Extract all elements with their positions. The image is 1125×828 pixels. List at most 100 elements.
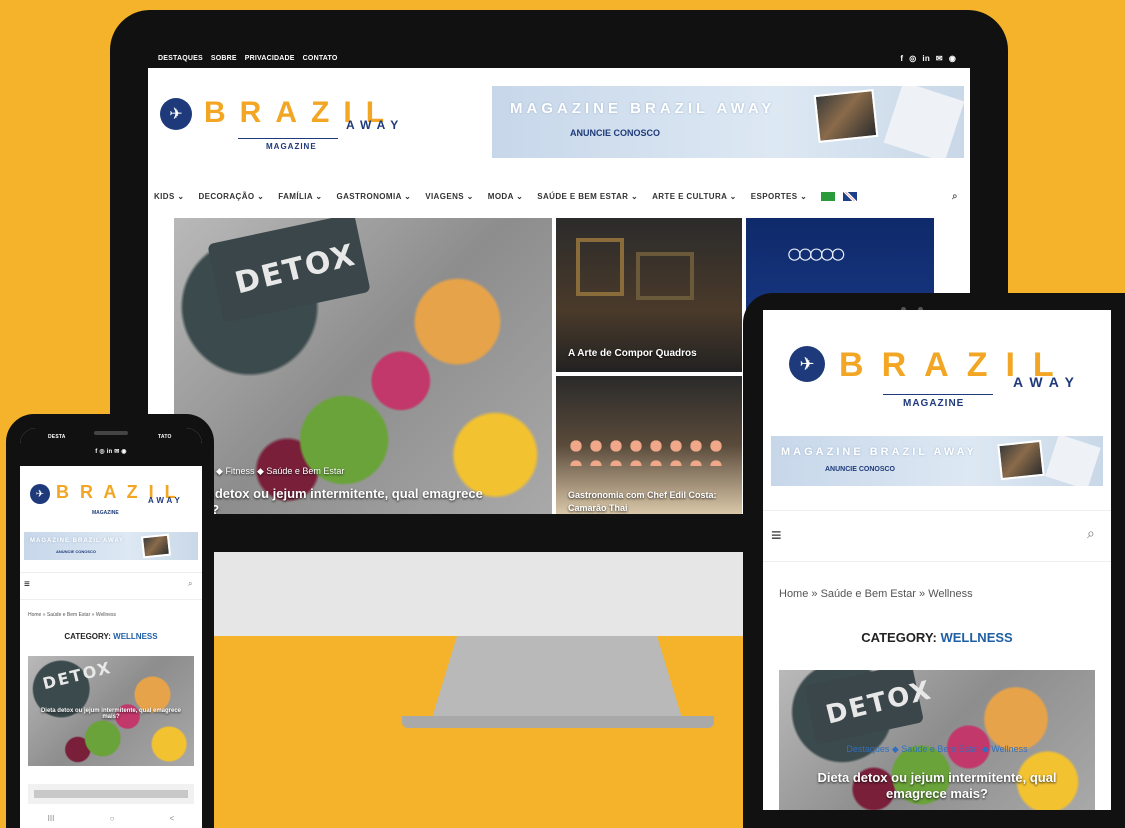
mail-icon[interactable]: ✉ xyxy=(936,54,943,63)
hamburger-menu-icon[interactable]: ≡ xyxy=(771,525,782,546)
phone-screen: DESTA TATO f ◎ in ✉ ◉ ✈ B R A Z I L AWAY… xyxy=(20,428,202,828)
phone-post-title[interactable]: Dieta detox ou jejum intermitente, qual … xyxy=(32,708,190,720)
tablet-navbar: ≡ ⌕ xyxy=(763,510,1111,562)
phone-social-icons[interactable]: f ◎ in ✉ ◉ xyxy=(20,448,202,455)
nav-contato[interactable]: CONTATO xyxy=(303,55,338,62)
logo-divider xyxy=(883,394,993,395)
logo-letter: Z xyxy=(311,96,344,129)
menu-viagens[interactable]: VIAGENS ⌄ xyxy=(425,192,474,201)
desktop-ad-banner[interactable]: MAGAZINE BRAZIL AWAY ANUNCIE CONOSCO xyxy=(492,86,964,158)
nav-sobre[interactable]: SOBRE xyxy=(211,55,237,62)
logo-away: AWAY xyxy=(346,118,405,132)
tablet-post-categories[interactable]: Destaques ◆ Saúde e Bem Estar ◆ Wellness xyxy=(779,744,1095,755)
logo-magazine: MAGAZINE xyxy=(266,142,317,151)
logo-letter: B xyxy=(839,346,882,384)
recent-apps-button[interactable]: III xyxy=(48,814,55,823)
desktop-main-menu: KIDS ⌄ DECORAÇÃO ⌄ FAMÍLIA ⌄ GASTRONOMIA… xyxy=(154,188,964,204)
tablet-ad-banner[interactable]: MAGAZINE BRAZIL AWAY ANUNCIE CONOSCO xyxy=(771,436,1103,486)
logo-letter: A xyxy=(924,346,967,384)
search-icon[interactable]: ⌕ xyxy=(1087,525,1095,542)
logo-letter: Z xyxy=(966,346,1006,384)
phone-system-nav: III ○ < xyxy=(20,808,202,828)
menu-gastronomia[interactable]: GASTRONOMIA ⌄ xyxy=(336,192,411,201)
tablet-breadcrumb[interactable]: Home » Saúde e Bem Estar » Wellness xyxy=(779,588,973,600)
logo-divider xyxy=(238,138,338,139)
frame-image xyxy=(636,252,694,300)
banner-photo xyxy=(813,88,879,144)
banner-title: MAGAZINE BRAZIL AWAY xyxy=(510,100,776,117)
hero-main-post[interactable]: DETOX ques ◆ Fitness ◆ Saúde e Bem Estar… xyxy=(174,218,552,514)
banner-cta: ANUNCIE CONOSCO xyxy=(570,128,661,138)
nav-destaques[interactable]: DESTAQUES xyxy=(158,55,203,62)
instagram-icon[interactable]: ◎ xyxy=(909,54,916,63)
nav-privacidade[interactable]: PRIVACIDADE xyxy=(245,55,295,62)
hero-main-title[interactable]: a detox ou jejum intermitente, qual emag… xyxy=(204,486,483,501)
facebook-icon[interactable]: f xyxy=(900,54,903,63)
phone-category-heading: CATEGORY: WELLNESS xyxy=(64,632,158,641)
banner-tag-graphic xyxy=(883,86,964,158)
menu-kids[interactable]: KIDS ⌄ xyxy=(154,192,184,201)
banner-photo xyxy=(997,439,1045,481)
hamburger-menu-icon[interactable]: ≡ xyxy=(24,579,30,590)
search-icon[interactable]: ⌕ xyxy=(188,579,192,589)
monitor-stand xyxy=(432,636,682,718)
menu-arte[interactable]: ARTE E CULTURA ⌄ xyxy=(652,192,737,201)
tile-gastronomia-title-line2[interactable]: Camarão Thai xyxy=(568,503,628,513)
hero-main-categories[interactable]: ques ◆ Fitness ◆ Saúde e Bem Estar xyxy=(194,466,344,477)
placeholder-bar xyxy=(34,790,188,798)
shrimp-dish-image xyxy=(566,436,726,466)
logo-letter: R xyxy=(881,346,925,384)
hero-post-quadros[interactable]: A Arte de Compor Quadros xyxy=(556,218,742,372)
banner-title: MAGAZINE BRAZIL AWAY xyxy=(781,446,977,458)
logo-magazine: MAGAZINE xyxy=(903,398,965,409)
logo-away: AWAY xyxy=(1013,374,1081,390)
desktop-topbar: DESTAQUES SOBRE PRIVACIDADE CONTATO f ◎ … xyxy=(148,48,970,68)
toucan-logo-icon: ✈ xyxy=(789,346,825,382)
menu-esportes[interactable]: ESPORTES ⌄ xyxy=(751,192,808,201)
linkedin-icon[interactable]: in xyxy=(922,54,930,63)
back-button[interactable]: < xyxy=(170,814,175,823)
toucan-logo-icon: ✈ xyxy=(160,98,192,130)
tablet-camera xyxy=(901,299,941,312)
desktop-logo[interactable]: ✈ B R A Z I L AWAY MAGAZINE xyxy=(160,90,420,160)
tablet-category-heading: CATEGORY: WELLNESS xyxy=(861,630,1013,645)
toucan-logo-icon: ✈ xyxy=(30,484,50,504)
phone-nav-contato[interactable]: TATO xyxy=(158,434,172,440)
banner-cta: ANUNCIE CONOSCO xyxy=(56,549,97,554)
tablet-screen: ✈ B R A Z I L AWAY MAGAZINE MAGAZINE BRA… xyxy=(763,310,1111,810)
brazil-flag-icon[interactable] xyxy=(821,191,836,201)
tablet-featured-post[interactable]: DETOX Destaques ◆ Saúde e Bem Estar ◆ We… xyxy=(779,670,1095,810)
phone-nav-destaques[interactable]: DESTA xyxy=(48,434,66,440)
logo-letter: B xyxy=(204,96,240,129)
phone-next-card xyxy=(28,784,194,804)
menu-decoracao[interactable]: DECORAÇÃO ⌄ xyxy=(198,192,264,201)
phone-logo[interactable]: ✈ B R A Z I L AWAY MAGAZINE xyxy=(30,480,200,524)
phone-breadcrumb[interactable]: Home » Saúde e Bem Estar » Wellness xyxy=(28,612,116,618)
tile-quadros-title[interactable]: A Arte de Compor Quadros xyxy=(568,348,697,359)
menu-familia[interactable]: FAMÍLIA ⌄ xyxy=(278,192,322,201)
monitor-base xyxy=(402,716,714,728)
phone-navbar: ≡ ⌕ xyxy=(20,572,202,600)
menu-saude[interactable]: SAÚDE E BEM ESTAR ⌄ xyxy=(537,192,638,201)
spotify-icon[interactable]: ◉ xyxy=(949,54,956,63)
logo-away: AWAY xyxy=(148,496,183,505)
phone-ad-banner[interactable]: MAGAZINE BRAZIL AWAY ANUNCIE CONOSCO xyxy=(24,532,198,560)
search-icon[interactable]: ⌕ xyxy=(952,191,958,202)
logo-letter: A xyxy=(275,96,312,129)
banner-title: MAGAZINE BRAZIL AWAY xyxy=(30,538,125,544)
uk-flag-icon[interactable] xyxy=(843,191,858,201)
detox-text: DETOX xyxy=(40,657,114,694)
phone-speaker xyxy=(94,431,128,435)
home-button[interactable]: ○ xyxy=(110,814,115,823)
menu-moda[interactable]: MODA ⌄ xyxy=(488,192,523,201)
tablet-post-title[interactable]: Dieta detox ou jejum intermitente, qual xyxy=(779,770,1095,785)
hero-post-gastronomia[interactable]: Gastronomia com Chef Edil Costa: Camarão… xyxy=(556,376,742,514)
banner-photo xyxy=(140,533,172,559)
olympic-rings-icon: ○○○○○ xyxy=(786,238,847,269)
phone-notch xyxy=(64,426,158,442)
tablet-logo[interactable]: ✈ B R A Z I L AWAY MAGAZINE xyxy=(777,330,1097,420)
logo-magazine: MAGAZINE xyxy=(92,510,119,516)
tile-gastronomia-title[interactable]: Gastronomia com Chef Edil Costa: xyxy=(568,490,717,500)
phone-featured-post[interactable]: DETOX Dieta detox ou jejum intermitente,… xyxy=(28,656,194,766)
tablet-post-title-line2[interactable]: emagrece mais? xyxy=(779,786,1095,801)
